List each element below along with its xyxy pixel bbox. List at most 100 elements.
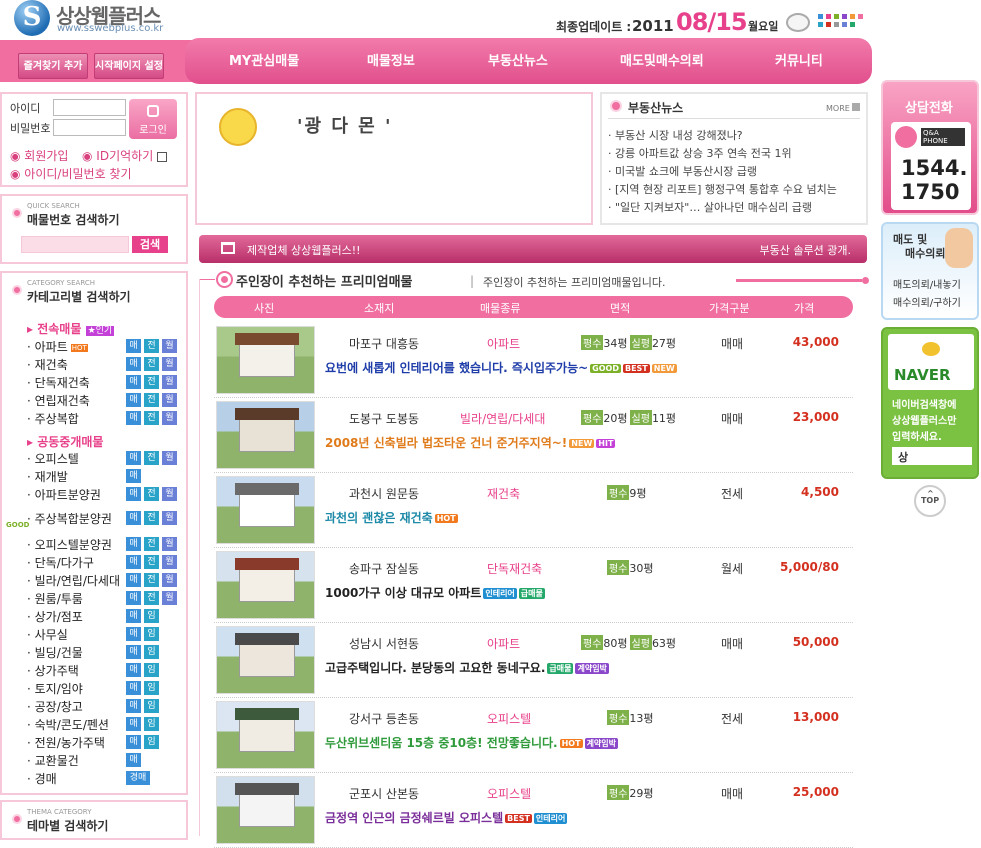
category-tag[interactable]: 임 bbox=[144, 699, 159, 713]
join-link[interactable]: ◉ 회원가입 bbox=[10, 147, 68, 164]
category-item[interactable]: · 상가주택 bbox=[27, 662, 79, 679]
sell-request-link[interactable]: 매도의뢰/내놓기 bbox=[893, 276, 961, 291]
login-button[interactable]: 로그인 bbox=[129, 99, 177, 139]
category-tag[interactable]: 매 bbox=[126, 699, 141, 713]
category-tag[interactable]: 전 bbox=[144, 375, 159, 389]
category-item[interactable]: · 숙박/콘도/펜션 bbox=[27, 716, 109, 733]
news-item[interactable]: · "일단 지켜보자"… 살아나던 매수심리 급랭 bbox=[608, 199, 812, 215]
category-tag[interactable]: 경매 bbox=[126, 771, 150, 785]
listing-location[interactable]: 강서구 등촌동 bbox=[349, 710, 419, 727]
category-item[interactable]: · 전원/농가주택 bbox=[27, 734, 105, 751]
menu-my-interest[interactable]: MY관심매물 bbox=[229, 50, 299, 69]
category-item[interactable]: · 경매 bbox=[27, 770, 57, 787]
category-tag[interactable]: 전 bbox=[144, 339, 159, 353]
category-item[interactable]: · 재건축 bbox=[27, 356, 68, 373]
category-tag[interactable]: 월 bbox=[162, 339, 177, 353]
category-tag[interactable]: 매 bbox=[126, 681, 141, 695]
category-item[interactable]: · 연립재건축 bbox=[27, 392, 90, 409]
category-tag[interactable]: 매 bbox=[126, 735, 141, 749]
category-tag[interactable]: 전 bbox=[144, 555, 159, 569]
category-tag[interactable]: 월 bbox=[162, 411, 177, 425]
promo-banner[interactable]: '광 다 몬 ' bbox=[195, 92, 593, 225]
listing-photo[interactable] bbox=[216, 776, 315, 844]
category-item[interactable]: · 아파트 HOT bbox=[27, 338, 88, 355]
category-item[interactable]: · 상가/점포 bbox=[27, 608, 83, 625]
category-tag[interactable]: 매 bbox=[126, 487, 141, 501]
table-row[interactable]: 마포구 대흥동 아파트 평수 34평 실평 27평 매매 43,000 요번에 새롭게 인테리어… bbox=[214, 323, 853, 398]
id-input[interactable] bbox=[53, 99, 126, 116]
category-tag[interactable]: 매 bbox=[126, 573, 141, 587]
category-item[interactable]: · 공장/창고 bbox=[27, 698, 83, 715]
listing-photo[interactable] bbox=[216, 701, 315, 769]
listing-photo[interactable] bbox=[216, 476, 315, 544]
category-tag[interactable]: 월 bbox=[162, 537, 177, 551]
category-tag[interactable]: 매 bbox=[126, 393, 141, 407]
listing-location[interactable]: 군포시 산본동 bbox=[349, 785, 419, 802]
category-item[interactable]: · 주상복합 bbox=[27, 410, 79, 427]
category-tag[interactable]: 임 bbox=[144, 717, 159, 731]
category-tag[interactable]: 월 bbox=[162, 555, 177, 569]
category-item[interactable]: · 빌딩/건물 bbox=[27, 644, 83, 661]
category-tag[interactable]: 월 bbox=[162, 357, 177, 371]
category-item[interactable]: · 오피스텔분양권 bbox=[27, 536, 112, 553]
category-tag[interactable]: 전 bbox=[144, 511, 159, 525]
listing-description[interactable]: 과천의 괜찮은 재건축 HOT bbox=[325, 509, 458, 526]
category-item[interactable]: · 빌라/연립/다세대 bbox=[27, 572, 120, 589]
remember-checkbox[interactable] bbox=[157, 151, 168, 162]
category-tag[interactable]: 임 bbox=[144, 681, 159, 695]
category-item[interactable]: · 교환물건 bbox=[27, 752, 79, 769]
menu-request[interactable]: 매도및매수의뢰 bbox=[620, 50, 704, 69]
listing-photo[interactable] bbox=[216, 551, 315, 619]
menu-news[interactable]: 부동산뉴스 bbox=[488, 50, 548, 69]
find-account-link[interactable]: ◉ 아이디/비밀번호 찾기 bbox=[10, 165, 132, 182]
category-item[interactable]: · 단독/다가구 bbox=[27, 554, 94, 571]
category-tag[interactable]: 전 bbox=[144, 393, 159, 407]
listing-location[interactable]: 도봉구 도봉동 bbox=[349, 410, 419, 427]
category-tag[interactable]: 월 bbox=[162, 591, 177, 605]
category-tag[interactable]: 임 bbox=[144, 609, 159, 623]
category-item[interactable]: · 단독재건축 bbox=[27, 374, 90, 391]
naver-search-input[interactable]: 상 bbox=[892, 447, 972, 465]
category-tag[interactable]: 매 bbox=[126, 555, 141, 569]
table-row[interactable]: 송파구 잠실동 단독재건축 평수 30평 월세 5,000/80 1000가구 이상 대규모… bbox=[214, 548, 853, 623]
category-tag[interactable]: 매 bbox=[126, 357, 141, 371]
listing-location[interactable]: 마포구 대흥동 bbox=[349, 335, 419, 352]
password-input[interactable] bbox=[53, 119, 126, 136]
category-item[interactable]: · 사무실 bbox=[27, 626, 68, 643]
category-item[interactable]: · 토지/임야 bbox=[27, 680, 83, 697]
category-tag[interactable]: 임 bbox=[144, 645, 159, 659]
category-item[interactable]: · 아파트분양권 bbox=[27, 486, 101, 503]
category-tag[interactable]: 전 bbox=[144, 411, 159, 425]
listing-location[interactable]: 성남시 서현동 bbox=[349, 635, 419, 652]
listing-location[interactable]: 송파구 잠실동 bbox=[349, 560, 419, 577]
category-tag[interactable]: 매 bbox=[126, 511, 141, 525]
ticker-left-text[interactable]: 제작업체 상상웹플러스!! bbox=[247, 242, 361, 258]
category-tag[interactable]: 매 bbox=[126, 537, 141, 551]
category-tag[interactable]: 전 bbox=[144, 451, 159, 465]
listing-description[interactable]: 고급주택입니다. 분당동의 고요한 동네구요. 급매물 계약임박 bbox=[325, 659, 609, 676]
listing-description[interactable]: 금정역 인근의 금정쉐르빌 오피스텔 BEST 인테리어 bbox=[325, 809, 568, 826]
category-tag[interactable]: 월 bbox=[162, 375, 177, 389]
category-tag[interactable]: 전 bbox=[144, 537, 159, 551]
category-section-shared[interactable]: ▸ 공동중개매물 bbox=[27, 433, 103, 450]
category-tag[interactable]: 임 bbox=[144, 735, 159, 749]
table-row[interactable]: 강서구 등촌동 오피스텔 평수 13평 전세 13,000 두산위브센티움 15층 중10층… bbox=[214, 698, 853, 773]
consult-call-box[interactable]: 상담전화 Q&A PHONE 1544. 1750 bbox=[881, 80, 979, 215]
news-item[interactable]: · [지역 현장 리포트] 행정구역 통합후 수요 넘치는 bbox=[608, 181, 837, 197]
homepage-button[interactable]: 시작페이지 설정 bbox=[94, 53, 164, 79]
category-tag[interactable]: 월 bbox=[162, 511, 177, 525]
category-item[interactable]: · 주상복합분양권 bbox=[27, 510, 112, 527]
category-tag[interactable]: 임 bbox=[144, 627, 159, 641]
category-tag[interactable]: 월 bbox=[162, 487, 177, 501]
category-section-exclusive[interactable]: ▸ 전속매물 ★인기 bbox=[27, 320, 115, 337]
category-tag[interactable]: 매 bbox=[126, 609, 141, 623]
news-more-button[interactable]: MORE bbox=[826, 103, 861, 113]
ticker-right-text[interactable]: 부동산 솔루션 광개. bbox=[760, 242, 851, 258]
listing-photo[interactable] bbox=[216, 626, 315, 694]
category-tag[interactable]: 매 bbox=[126, 469, 141, 483]
news-item[interactable]: · 미국발 쇼크에 부동산시장 급랭 bbox=[608, 163, 757, 179]
table-row[interactable]: 과천시 원문동 재건축 평수 9평 전세 4,500 과천의 괜찮은 재건축 HOT bbox=[214, 473, 853, 548]
table-row[interactable]: 도봉구 도봉동 빌라/연립/다세대 평수 20평 실평 11평 매매 23,000 2008년 … bbox=[214, 398, 853, 473]
table-row[interactable]: 성남시 서현동 아파트 평수 80평 실평 63평 매매 50,000 고급주택입니다. 분당동… bbox=[214, 623, 853, 698]
logo-icon[interactable]: S bbox=[14, 0, 50, 36]
